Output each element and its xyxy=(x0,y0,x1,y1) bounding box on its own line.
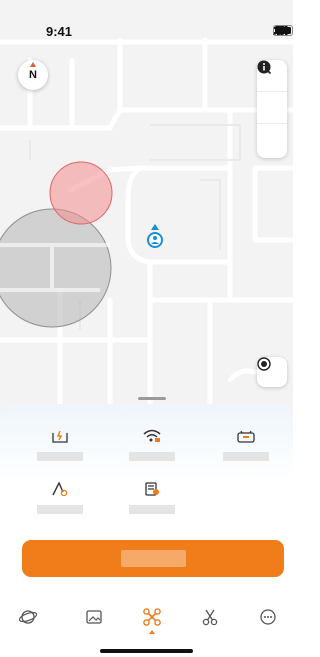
signal-value xyxy=(129,452,175,461)
tile-log[interactable] xyxy=(122,482,182,522)
tile-signal[interactable] xyxy=(122,429,182,469)
home-indicator[interactable] xyxy=(100,649,193,653)
tab-bar xyxy=(0,596,293,657)
more-icon xyxy=(260,609,276,625)
battery-status-icon xyxy=(273,25,293,36)
tab-device[interactable] xyxy=(141,606,163,628)
battery-icon xyxy=(52,430,68,443)
app-screen: 9:41 N xyxy=(0,0,293,657)
altitude-icon xyxy=(52,482,68,496)
map-roads xyxy=(0,37,293,410)
primary-action-label xyxy=(120,550,186,567)
altitude-value xyxy=(37,505,83,514)
tab-editor[interactable] xyxy=(199,606,221,628)
tile-controller[interactable] xyxy=(216,429,276,469)
drone-location-marker[interactable] xyxy=(147,224,163,248)
active-tab-indicator xyxy=(149,630,155,634)
tile-battery[interactable] xyxy=(30,429,90,469)
compass-label: N xyxy=(29,69,37,81)
gallery-icon xyxy=(86,610,102,624)
locate-me-button[interactable] xyxy=(257,357,287,387)
tab-album[interactable] xyxy=(83,606,105,628)
tab-more[interactable] xyxy=(257,606,279,628)
map-view[interactable]: 9:41 N xyxy=(0,0,293,410)
tab-explore[interactable] xyxy=(17,606,39,628)
compass-north-pointer-icon xyxy=(30,62,36,67)
map-layers-button[interactable] xyxy=(257,61,287,124)
planet-icon xyxy=(19,610,37,624)
primary-action-button[interactable] xyxy=(22,540,284,577)
map-info-button[interactable] xyxy=(257,60,287,156)
compass-button[interactable]: N xyxy=(18,60,48,90)
battery-value xyxy=(37,452,83,461)
drone-icon xyxy=(143,608,161,626)
status-bar: 9:41 xyxy=(0,0,293,44)
controller-value xyxy=(223,452,269,461)
edit-cut-icon xyxy=(202,609,218,626)
log-icon xyxy=(145,482,159,496)
map-tools xyxy=(257,60,287,158)
status-time: 9:41 xyxy=(46,24,73,39)
restricted-zone-red xyxy=(49,161,113,225)
target-location-icon xyxy=(257,357,271,371)
log-value xyxy=(129,505,175,514)
controller-icon xyxy=(237,430,255,443)
signal-icon xyxy=(143,429,161,442)
sheet-drag-handle[interactable] xyxy=(138,397,166,400)
info-icon xyxy=(257,60,271,74)
no-fly-zone-gray xyxy=(0,208,112,328)
tile-altitude[interactable] xyxy=(30,482,90,522)
